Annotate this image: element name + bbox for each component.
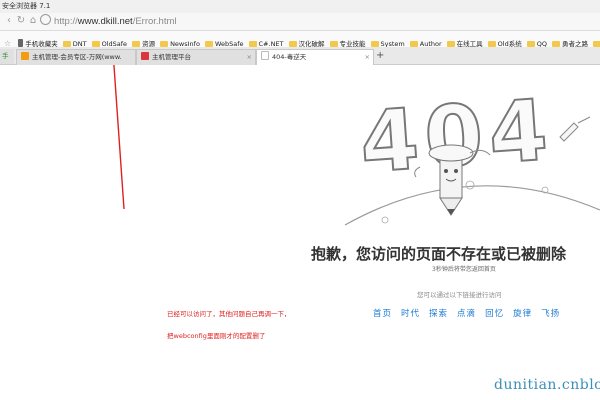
nav-link-6[interactable]: 飞扬: [541, 309, 560, 319]
nav-link-4[interactable]: 回忆: [485, 309, 504, 319]
watermark: dunitian.cnblog: [494, 377, 600, 393]
back-icon[interactable]: ‹: [3, 15, 15, 27]
bookmarks-bar: ☆ 手机收藏夹 DNT OldSafe 资源 NewsInfo WebSafe C#.NET…: [0, 31, 600, 48]
redirect-note: 3秒钟后将带您返回首页: [432, 266, 496, 273]
annotation-note-1: 已经可以访问了，其他问题自己再调一下，: [167, 310, 291, 318]
address-bar-row: ‹ ↻ ⌂ http://www.dkill.net/Error.html: [0, 13, 600, 31]
tab-label: 主机管理-会员专区-万网(www.: [32, 53, 122, 61]
window-title: 安全浏览器 7.1: [2, 2, 51, 10]
tab-host-admin-wanwang[interactable]: 主机管理-会员专区-万网(www.: [16, 49, 136, 65]
home-icon[interactable]: ⌂: [27, 15, 39, 27]
site-icon: [141, 52, 149, 60]
visit-hint: 您可以通过以下链接进行访问: [417, 291, 502, 299]
nav-link-5[interactable]: 旋律: [513, 309, 532, 319]
tab-label: 主机管理平台: [152, 53, 191, 61]
site-icon: [21, 52, 29, 60]
nav-link-0[interactable]: 首页: [373, 309, 392, 319]
close-icon[interactable]: ×: [365, 50, 370, 65]
page-content: 404 抱歉，您访问的页面不存在或已被删除 3秒钟后将带您返回首页 您可以通过以…: [0, 65, 600, 400]
refresh-icon[interactable]: ↻: [15, 15, 27, 27]
window-title-bar: 安全浏览器 7.1: [0, 0, 600, 13]
annotation-arrow: [113, 65, 125, 210]
nav-links: 首页 时代 探索 点滴 回忆 旋律 飞扬: [373, 307, 569, 319]
url-host: www.dkill.net: [77, 16, 133, 27]
nav-link-3[interactable]: 点滴: [457, 309, 476, 319]
tab-label: 404-毒逆天: [272, 53, 307, 61]
annotation-note-2: 把webconfig里面刚才的配置删了: [167, 332, 266, 340]
tab-host-platform[interactable]: 主机管理平台 ×: [136, 49, 256, 65]
close-icon[interactable]: ×: [247, 50, 252, 65]
page-icon: [261, 51, 269, 60]
404-illustration: 404: [113, 65, 600, 226]
page-title: 抱歉，您访问的页面不存在或已被删除: [311, 245, 567, 263]
tab-404[interactable]: 404-毒逆天 ×: [256, 49, 374, 65]
phone-icon: [18, 39, 24, 47]
nav-link-2[interactable]: 探索: [429, 309, 448, 319]
address-input[interactable]: http://www.dkill.net/Error.html: [40, 14, 177, 28]
globe-icon: [40, 14, 51, 25]
tab-mobile[interactable]: 手机: [0, 49, 14, 64]
nav-link-1[interactable]: 时代: [401, 309, 420, 319]
url-scheme: http://: [54, 16, 78, 27]
new-tab-button[interactable]: +: [376, 50, 384, 62]
tab-bar: 手机 主机管理-会员专区-万网(www. 主机管理平台 × 404-毒逆天 × …: [0, 47, 600, 65]
url-path: /Error.html: [132, 16, 177, 27]
